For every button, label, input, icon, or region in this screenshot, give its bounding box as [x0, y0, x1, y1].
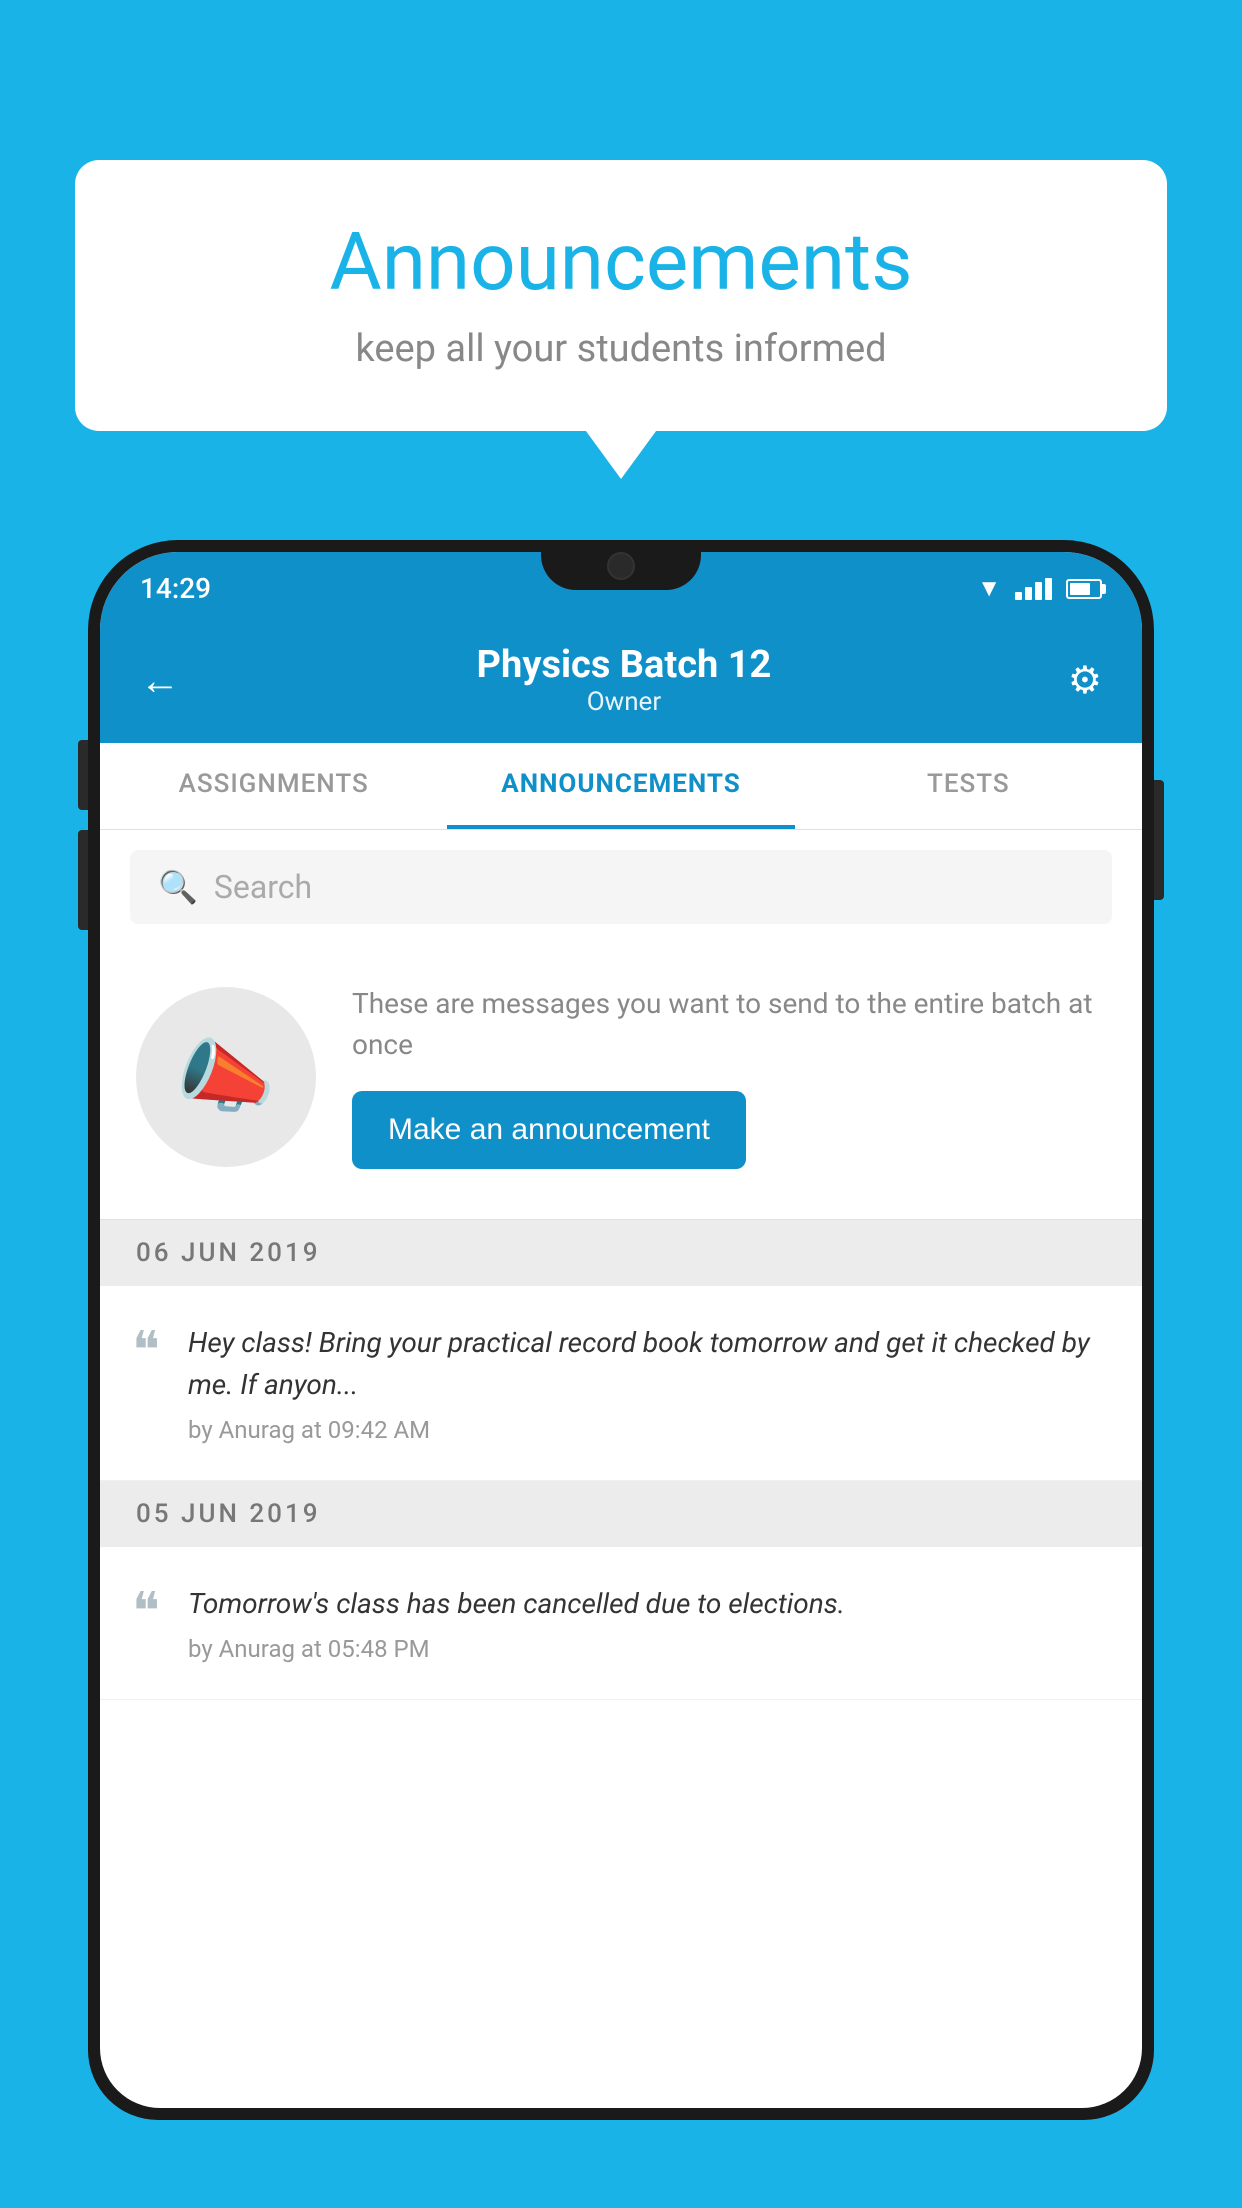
announcement-meta-1: by Anurag at 09:42 AM — [188, 1416, 1106, 1444]
date-divider-2: 05 JUN 2019 — [100, 1481, 1142, 1547]
search-icon: 🔍 — [158, 868, 198, 906]
phone-notch — [541, 540, 701, 590]
quote-icon-1: ❝ — [132, 1326, 160, 1444]
announcement-meta-2: by Anurag at 05:48 PM — [188, 1635, 1106, 1663]
back-button[interactable]: ← — [140, 657, 180, 704]
announcement-content-2: Tomorrow's class has been cancelled due … — [188, 1583, 1106, 1663]
tab-assignments[interactable]: ASSIGNMENTS — [100, 743, 447, 829]
promo-description: These are messages you want to send to t… — [352, 984, 1106, 1065]
battery-icon — [1066, 579, 1102, 599]
app-header: ← Physics Batch 12 Owner ⚙ — [100, 621, 1142, 743]
tab-announcements[interactable]: ANNOUNCEMENTS — [447, 743, 794, 829]
tab-bar: ASSIGNMENTS ANNOUNCEMENTS TESTS — [100, 743, 1142, 830]
megaphone-icon: 📣 — [176, 1030, 276, 1124]
phone-outer: 14:29 ▼ ← Phys — [88, 540, 1154, 2120]
settings-icon[interactable]: ⚙ — [1068, 658, 1102, 703]
bubble-subtitle: keep all your students informed — [135, 327, 1107, 371]
announcement-text-2: Tomorrow's class has been cancelled due … — [188, 1583, 1106, 1625]
promo-right: These are messages you want to send to t… — [352, 984, 1106, 1169]
signal-bar-4 — [1045, 578, 1052, 600]
bubble-title: Announcements — [135, 215, 1107, 309]
power-button — [1154, 780, 1164, 900]
battery-fill — [1070, 583, 1090, 595]
announcement-icon-circle: 📣 — [136, 987, 316, 1167]
tab-tests[interactable]: TESTS — [795, 743, 1142, 829]
announcement-text-1: Hey class! Bring your practical record b… — [188, 1322, 1106, 1406]
status-time: 14:29 — [140, 572, 211, 605]
search-placeholder: Search — [214, 868, 312, 906]
quote-icon-2: ❝ — [132, 1587, 160, 1663]
role-label: Owner — [477, 687, 772, 717]
speech-bubble-container: Announcements keep all your students inf… — [75, 160, 1167, 431]
volume-up-button — [78, 740, 88, 810]
announcement-item-1[interactable]: ❝ Hey class! Bring your practical record… — [100, 1286, 1142, 1481]
speech-bubble: Announcements keep all your students inf… — [75, 160, 1167, 431]
signal-bar-2 — [1025, 587, 1032, 600]
phone-screen: 14:29 ▼ ← Phys — [100, 552, 1142, 2108]
wifi-icon: ▼ — [977, 574, 1001, 603]
phone-mockup: 14:29 ▼ ← Phys — [88, 540, 1154, 2208]
signal-bars-icon — [1015, 578, 1052, 600]
batch-title: Physics Batch 12 — [477, 643, 772, 687]
make-announcement-button[interactable]: Make an announcement — [352, 1091, 746, 1169]
volume-down-button — [78, 830, 88, 930]
signal-bar-1 — [1015, 592, 1022, 600]
signal-bar-3 — [1035, 582, 1042, 600]
search-container: 🔍 Search — [100, 830, 1142, 944]
announcement-item-2[interactable]: ❝ Tomorrow's class has been cancelled du… — [100, 1547, 1142, 1700]
header-title-block: Physics Batch 12 Owner — [477, 643, 772, 717]
phone-camera — [607, 552, 635, 580]
date-divider-1: 06 JUN 2019 — [100, 1220, 1142, 1286]
announcement-content-1: Hey class! Bring your practical record b… — [188, 1322, 1106, 1444]
status-icons: ▼ — [977, 574, 1102, 603]
search-bar[interactable]: 🔍 Search — [130, 850, 1112, 924]
promo-block: 📣 These are messages you want to send to… — [100, 944, 1142, 1220]
